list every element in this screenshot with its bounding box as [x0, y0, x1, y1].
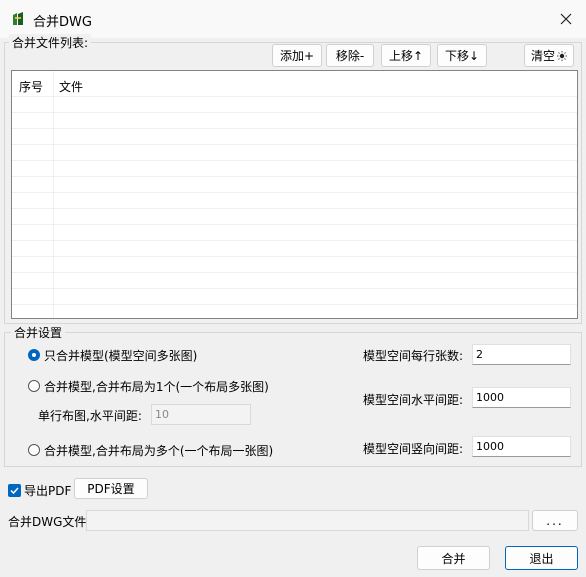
file-list-label: 合并文件列表:: [9, 34, 92, 51]
output-path-input[interactable]: [86, 510, 529, 531]
horizontal-spacing-label: 模型空间水平间距:: [363, 393, 464, 407]
radio-multi-layout[interactable]: [28, 444, 40, 456]
sheets-per-row-input[interactable]: 2: [472, 344, 571, 365]
vertical-spacing-input[interactable]: 1000: [472, 436, 571, 457]
app-icon: [11, 11, 27, 27]
column-header-index[interactable]: 序号: [19, 78, 43, 95]
export-pdf-label[interactable]: 导出PDF: [24, 482, 71, 499]
merge-button[interactable]: 合并: [417, 546, 490, 570]
sheets-per-row-label: 模型空间每行张数:: [363, 349, 464, 363]
window-title: 合并DWG: [33, 15, 92, 30]
check-icon: [10, 487, 19, 495]
horizontal-spacing-input[interactable]: 1000: [472, 387, 571, 408]
remove-button[interactable]: 移除-: [326, 44, 374, 67]
file-list-table[interactable]: 序号 文件: [11, 70, 578, 319]
close-icon[interactable]: [558, 11, 574, 27]
move-up-button[interactable]: 上移↑: [381, 44, 431, 67]
sun-icon: [557, 50, 567, 61]
option-single-layout-label[interactable]: 合并模型,合并布局为1个(一个布局多张图): [44, 378, 269, 395]
single-row-spacing-input[interactable]: 10: [151, 404, 251, 425]
single-row-spacing-label: 单行布图,水平间距:: [38, 409, 142, 423]
pdf-settings-button[interactable]: PDF设置: [74, 478, 148, 499]
vertical-spacing-label: 模型空间竖向间距:: [363, 442, 464, 456]
column-header-file[interactable]: 文件: [59, 78, 83, 95]
move-down-button[interactable]: 下移↓: [437, 44, 487, 67]
radio-single-layout[interactable]: [28, 380, 40, 392]
merge-settings-label: 合并设置: [11, 324, 66, 341]
clear-label: 清空: [530, 49, 555, 63]
output-file-label: 合并DWG文件: [8, 515, 87, 529]
export-pdf-checkbox[interactable]: [8, 484, 21, 497]
option-multi-layout-label[interactable]: 合并模型,合并布局为多个(一个布局一张图): [44, 442, 273, 459]
clear-button[interactable]: 清空: [524, 44, 574, 67]
radio-model-only[interactable]: [28, 349, 40, 361]
option-model-only-label[interactable]: 只合并模型(模型空间多张图): [44, 347, 197, 364]
exit-button[interactable]: 退出: [505, 546, 578, 570]
browse-button[interactable]: ...: [532, 510, 578, 531]
add-button[interactable]: 添加+: [272, 44, 322, 67]
